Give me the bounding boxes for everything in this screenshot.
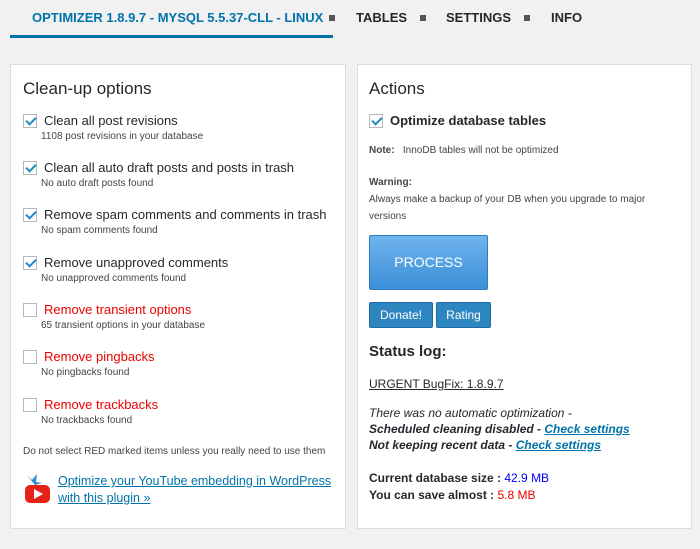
optimize-tables-checkbox[interactable] [369,114,383,128]
option-description: No trackbacks found [41,415,133,426]
backup-warning: Warning: Always make a backup of your DB… [369,174,679,225]
db-size-value: 42.9 MB [504,471,550,485]
save-label: You can save almost : [369,488,498,502]
tab-info[interactable]: Info [551,10,582,25]
pingbacks-checkbox[interactable] [23,350,37,364]
option-description: 1108 post revisions in your database [41,131,204,142]
urgent-bugfix-link[interactable]: URGENT BugFix: 1.8.9.7 [369,377,504,391]
option-description: 65 transient options in your database [41,320,205,331]
option-description: No spam comments found [41,225,158,236]
tab-settings[interactable]: Settings [446,10,511,25]
note-label: Note: [369,145,395,156]
note-text: InnoDB tables will not be optimized [402,145,559,156]
current-db-size: Current database size : 42.9 MB [369,471,549,485]
option-description: No pingbacks found [41,367,130,378]
top-nav: Optimizer 1.8.9.7 - MySQL 5.5.37-cll - L… [0,0,700,40]
option-label[interactable]: Remove spam comments and comments in tra… [44,207,327,222]
tab-tables[interactable]: Tables [356,10,407,25]
option-description: No auto draft posts found [41,178,154,189]
youtube-plugin-link[interactable]: Optimize your YouTube embedding in WordP… [58,473,338,507]
savings-estimate: You can save almost : 5.8 MB [369,488,536,502]
rating-button[interactable]: Rating [436,302,491,328]
db-size-label: Current database size : [369,471,505,485]
check-settings-link[interactable]: Check settings [516,438,601,452]
scheduled-cleaning-status: Scheduled cleaning disabled - Check sett… [369,422,630,436]
option-label[interactable]: Clean all post revisions [44,113,178,128]
check-settings-link[interactable]: Check settings [544,422,629,436]
option-description: No unapproved comments found [41,273,187,284]
cleanup-options-panel: Clean-up options Clean all post revision… [10,64,346,529]
post-revisions-checkbox[interactable] [23,114,37,128]
save-value: 5.8 MB [497,488,536,502]
separator-square-icon [420,15,426,21]
auto-drafts-checkbox[interactable] [23,161,37,175]
cleanup-title: Clean-up options [23,79,152,98]
option-label[interactable]: Remove trackbacks [44,397,158,412]
actions-panel: Actions Optimize database tables Note: I… [357,64,692,529]
separator-square-icon [524,15,530,21]
option-label[interactable]: Optimize database tables [390,113,546,128]
warning-label: Warning: [369,177,412,188]
status-log-title: Status log: [369,343,447,360]
scheduled-cleaning-text: Scheduled cleaning disabled - [369,422,545,436]
innodb-note: Note: InnoDB tables will not be optimize… [369,145,559,156]
tab-optimizer[interactable]: Optimizer 1.8.9.7 - MySQL 5.5.37-cll - L… [32,10,323,25]
option-label[interactable]: Remove transient options [44,302,191,317]
no-auto-optimization-text: There was no automatic optimization - [369,406,572,420]
actions-title: Actions [369,79,425,98]
trackbacks-checkbox[interactable] [23,398,37,412]
option-label[interactable]: Remove unapproved comments [44,255,228,270]
active-tab-indicator [10,35,333,38]
option-label[interactable]: Clean all auto draft posts and posts in … [44,160,294,175]
warning-text: Always make a backup of your DB when you… [369,194,646,222]
separator-square-icon [329,15,335,21]
option-label[interactable]: Remove pingbacks [44,349,155,364]
process-button[interactable]: Process [369,235,488,290]
youtube-icon [25,474,50,503]
spam-comments-checkbox[interactable] [23,208,37,222]
donate-button[interactable]: Donate! [369,302,433,328]
red-items-warning: Do not select RED marked items unless yo… [23,446,326,457]
recent-data-status: Not keeping recent data - Check settings [369,438,601,452]
unapproved-comments-checkbox[interactable] [23,256,37,270]
transient-checkbox[interactable] [23,303,37,317]
recent-data-text: Not keeping recent data - [369,438,516,452]
